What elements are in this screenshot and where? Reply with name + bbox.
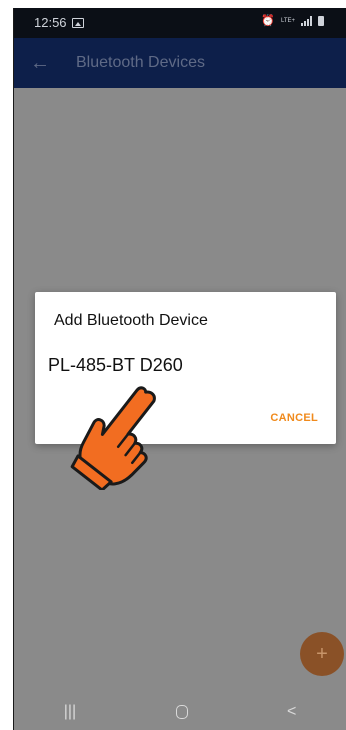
cancel-button[interactable]: CANCEL	[270, 412, 318, 424]
image-icon	[72, 18, 84, 28]
add-fab-button[interactable]: +	[300, 632, 344, 676]
pointing-hand-icon	[70, 386, 156, 490]
status-bar: 12:56 ⏰ LTE+	[14, 8, 346, 38]
phone-screen: 12:56 ⏰ LTE+ ← Bluetooth Devices Add Blu…	[13, 8, 346, 730]
system-nav-bar: ||| <	[14, 694, 346, 730]
lte-label: LTE+	[280, 17, 295, 24]
recents-button[interactable]: |||	[64, 703, 76, 721]
signal-icon	[301, 15, 312, 26]
status-time: 12:56	[34, 15, 67, 30]
back-arrow-icon[interactable]: ←	[30, 52, 54, 75]
device-list-item[interactable]: PL-485-BT D260	[48, 355, 183, 376]
home-icon[interactable]	[175, 705, 188, 719]
page-title: Bluetooth Devices	[76, 54, 205, 71]
dialog-title: Add Bluetooth Device	[54, 312, 208, 329]
status-icons: ⏰ LTE+	[261, 14, 324, 27]
nav-back-button[interactable]: <	[287, 703, 296, 721]
alarm-icon: ⏰	[261, 15, 275, 27]
app-bar: ← Bluetooth Devices	[14, 38, 346, 88]
battery-icon	[318, 15, 324, 26]
